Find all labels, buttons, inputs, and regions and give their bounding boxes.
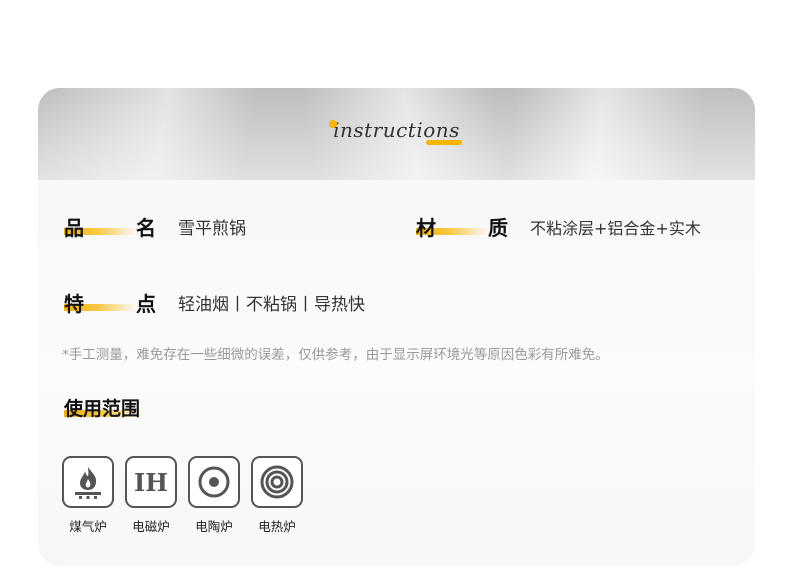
material-value: 不粘涂层+铝合金+实木 xyxy=(530,219,701,238)
material-label: 材 质 xyxy=(416,212,510,240)
ih-icon: IH xyxy=(125,456,177,508)
name-label-char1: 品 xyxy=(64,216,84,240)
banner-title: instructions xyxy=(329,118,462,145)
feature-value: 轻油烟丨不粘锅丨导热快 xyxy=(178,295,365,315)
name-label: 品 名 xyxy=(64,212,158,240)
banner: instructions xyxy=(38,88,755,180)
electric-coil-icon xyxy=(251,456,303,508)
feature-label: 特 点 xyxy=(64,288,158,316)
material-label-char2: 质 xyxy=(488,216,508,240)
name-label-char2: 名 xyxy=(136,216,156,240)
svg-text:IH: IH xyxy=(134,468,168,497)
name-value: 雪平煎锅 xyxy=(178,219,246,239)
usage-item-ceramic: 电陶炉 xyxy=(188,456,240,535)
usage-item-label: 煤气炉 xyxy=(69,519,107,534)
usage-item-label: 电陶炉 xyxy=(195,519,233,534)
usage-item-electric: 电热炉 xyxy=(251,456,303,535)
ceramic-hob-icon xyxy=(188,456,240,508)
material-label-char1: 材 xyxy=(416,216,436,240)
usage-item-induction: IH 电磁炉 xyxy=(125,456,177,535)
feature-label-char2: 点 xyxy=(136,292,156,316)
usage-item-label: 电磁炉 xyxy=(132,519,170,534)
usage-item-gas: 煤气炉 xyxy=(62,456,114,535)
feature-label-char1: 特 xyxy=(64,292,84,316)
banner-title-text: instructions xyxy=(333,118,460,142)
gas-flame-icon xyxy=(62,456,114,508)
disclaimer-note: *手工测量，难免存在一些细微的误差，仅供参考，由于显示屏环境光等原因色彩有所难免… xyxy=(62,347,609,363)
accent-underline xyxy=(425,140,462,145)
usage-item-label: 电热炉 xyxy=(258,519,296,534)
usage-title: 使用范围 xyxy=(64,394,144,421)
usage-title-text: 使用范围 xyxy=(64,398,141,420)
